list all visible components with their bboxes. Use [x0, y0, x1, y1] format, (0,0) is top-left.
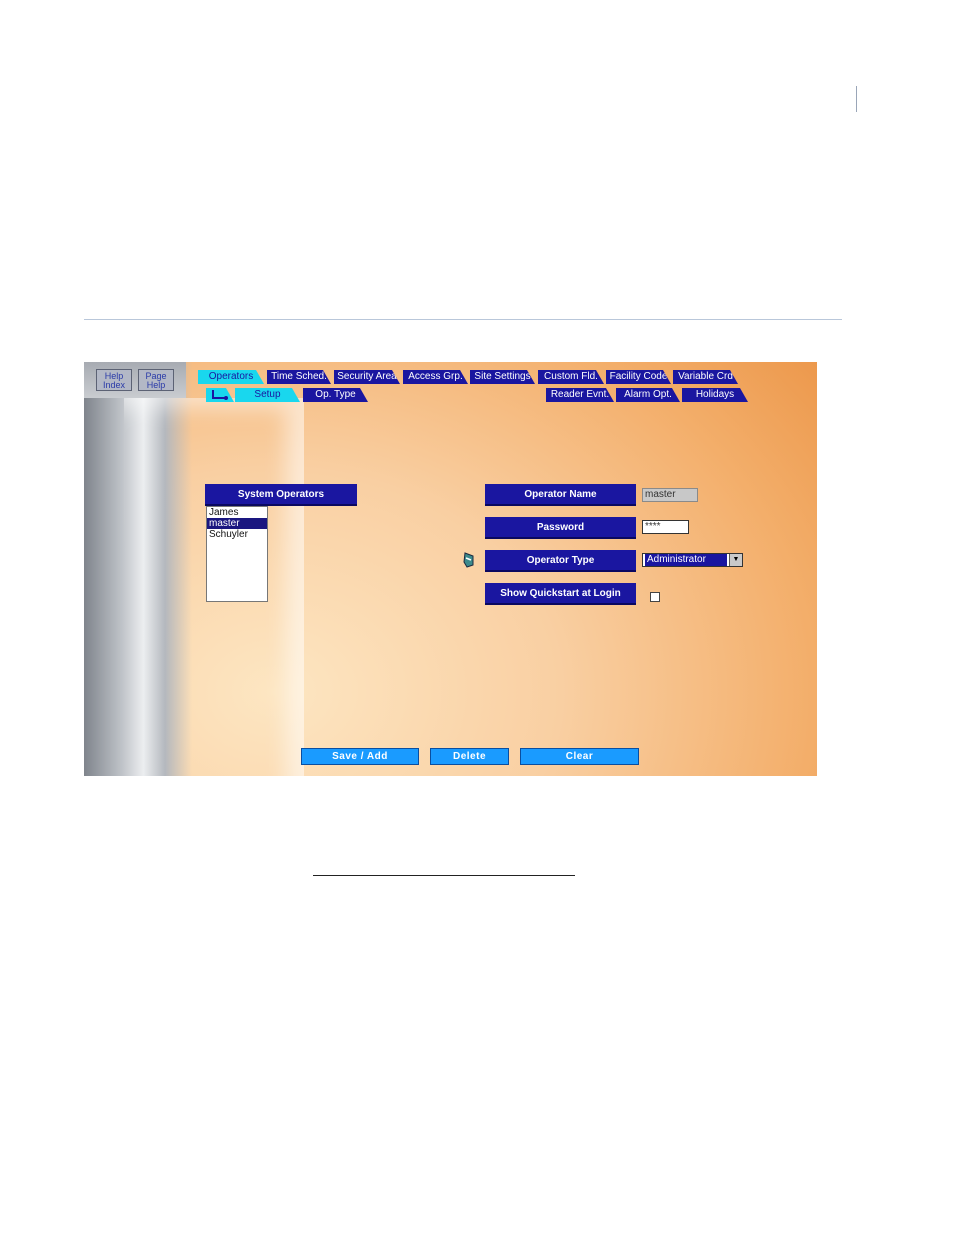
operator-name-field[interactable]: master: [642, 488, 698, 502]
chevron-down-icon[interactable]: ▼: [729, 554, 742, 566]
tab-site-settings[interactable]: Site Settings: [470, 370, 535, 384]
help-index-button[interactable]: Help Index: [96, 369, 132, 391]
text-underline: [313, 875, 575, 876]
list-item[interactable]: James: [207, 507, 267, 518]
operator-name-label: Operator Name: [485, 484, 636, 506]
password-label: Password: [485, 517, 636, 539]
quickstart-checkbox[interactable]: [650, 592, 660, 602]
tab-security-area[interactable]: Security Area: [334, 370, 400, 384]
delete-button[interactable]: Delete: [430, 748, 509, 765]
operator-type-icon[interactable]: [463, 552, 475, 568]
setup-icon: [210, 389, 230, 401]
system-operators-header: System Operators: [205, 484, 357, 506]
tab-variable-crd[interactable]: Variable Crd: [673, 370, 738, 384]
tab-custom-fld[interactable]: Custom Fld.: [538, 370, 604, 384]
tab-reader-evnt[interactable]: Reader Evnt.: [546, 388, 614, 402]
page-help-button[interactable]: Page Help: [138, 369, 174, 391]
header-rule: [84, 319, 842, 320]
quickstart-label: Show Quickstart at Login: [485, 583, 636, 605]
app-window: Help Index Page Help Operators Time Sche…: [84, 362, 817, 776]
password-field[interactable]: ****: [642, 520, 689, 534]
operator-type-value: Administrator: [645, 554, 727, 566]
tab-holidays[interactable]: Holidays: [682, 388, 748, 402]
tab-op-type[interactable]: Op. Type: [303, 388, 368, 402]
operator-type-select[interactable]: Administrator ▼: [642, 553, 743, 567]
tab-alarm-opt[interactable]: Alarm Opt.: [616, 388, 680, 402]
list-item[interactable]: master: [207, 518, 267, 529]
tab-time-sched[interactable]: Time Sched.: [267, 370, 331, 384]
list-item[interactable]: Schuyler: [207, 529, 267, 540]
tab-setup-icon[interactable]: [206, 388, 234, 402]
tab-access-grp[interactable]: Access Grp.: [403, 370, 468, 384]
operator-type-label: Operator Type: [485, 550, 636, 572]
operators-listbox[interactable]: James master Schuyler: [206, 506, 268, 602]
tab-operators[interactable]: Operators: [198, 370, 264, 384]
tab-facility-code[interactable]: Facility Code: [606, 370, 671, 384]
tab-setup[interactable]: Setup: [235, 388, 300, 402]
clear-button[interactable]: Clear: [520, 748, 639, 765]
page-margin-mark: [856, 86, 857, 112]
save-add-button[interactable]: Save / Add: [301, 748, 419, 765]
